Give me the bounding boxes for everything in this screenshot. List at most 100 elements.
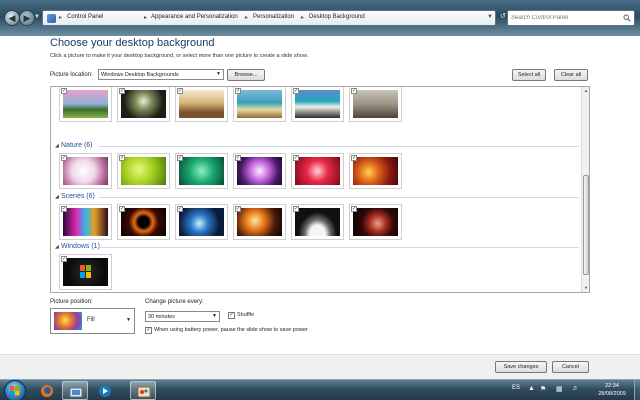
thumbnail-checkbox[interactable]: ✓ xyxy=(177,155,183,161)
scroll-down-icon[interactable]: ▼ xyxy=(582,284,589,292)
thumbnail-checkbox[interactable]: ✓ xyxy=(119,155,125,161)
thumbnail-checkbox[interactable]: ✓ xyxy=(177,88,183,94)
scroll-up-icon[interactable]: ▲ xyxy=(582,87,589,95)
wallpaper-thumbnail[interactable]: ✓ xyxy=(233,87,286,122)
wallpaper-thumbnail[interactable]: ✓ xyxy=(175,204,228,240)
thumbnail-checkbox[interactable]: ✓ xyxy=(177,206,183,212)
wallpaper-thumbnail[interactable]: ✓ xyxy=(291,204,344,240)
picture-location-select[interactable]: Windows Desktop Backgrounds ▼ xyxy=(98,69,224,80)
wallpaper-purple-flower xyxy=(237,157,282,185)
browse-button[interactable]: Browse... xyxy=(227,69,265,81)
wallpaper-thumbnail[interactable]: ✓ xyxy=(349,87,402,122)
address-dropdown-icon[interactable]: ▼ xyxy=(487,14,493,20)
wallpaper-thumbnail[interactable]: ✓ xyxy=(59,204,112,240)
system-clock[interactable]: 22:34 28/08/2009 xyxy=(595,382,629,398)
change-interval-select[interactable]: 30 minutes ▼ xyxy=(145,311,220,322)
breadcrumb-desktop-background[interactable]: Desktop Background xyxy=(309,14,365,20)
wallpaper-thumbnail[interactable]: ✓ xyxy=(291,153,344,189)
cancel-button[interactable]: Cancel xyxy=(552,361,589,373)
taskbar-app-media-player[interactable] xyxy=(92,381,118,400)
wallpaper-coast-turquoise xyxy=(295,90,340,118)
breadcrumb-control-panel[interactable]: Control Panel xyxy=(67,14,103,20)
back-button[interactable]: ◀ xyxy=(4,10,20,26)
thumbnail-checkbox[interactable]: ✓ xyxy=(293,206,299,212)
thumbnail-checkbox[interactable]: ✓ xyxy=(351,206,357,212)
windows-logo-icon xyxy=(10,386,20,396)
taskbar-app-firefox[interactable] xyxy=(34,381,60,400)
collapse-arrow-icon[interactable]: ◢ xyxy=(55,244,59,250)
wallpaper-thumbnail[interactable]: ✓ xyxy=(59,153,112,189)
shuffle-label: Shuffle xyxy=(237,312,255,318)
shuffle-checkbox[interactable]: ✓ xyxy=(228,312,235,319)
wallpaper-thumbnail[interactable]: ✓ xyxy=(59,87,112,122)
group-divider xyxy=(99,247,579,248)
wallpaper-thumbnail[interactable]: ✓ xyxy=(175,153,228,189)
breadcrumb-separator[interactable]: ▸ xyxy=(245,14,248,21)
breadcrumb-separator[interactable]: ▸ xyxy=(301,14,304,21)
thumbnail-checkbox[interactable]: ✓ xyxy=(61,256,67,262)
taskbar-app-paint[interactable] xyxy=(130,381,156,400)
group-header-windows[interactable]: ◢ Windows (1) xyxy=(55,243,579,252)
language-indicator[interactable]: ES xyxy=(512,385,520,391)
show-desktop-button[interactable] xyxy=(634,380,640,400)
change-picture-label: Change picture every: xyxy=(145,299,204,305)
taskbar-app-control-panel[interactable] xyxy=(62,381,88,400)
wallpaper-thumbnail[interactable]: ✓ xyxy=(117,204,170,240)
wallpaper-thumbnail[interactable]: ✓ xyxy=(59,254,112,290)
thumbnail-checkbox[interactable]: ✓ xyxy=(61,88,67,94)
thumbnail-checkbox[interactable]: ✓ xyxy=(61,155,67,161)
thumbnail-checkbox[interactable]: ✓ xyxy=(351,88,357,94)
clock-time: 22:34 xyxy=(605,383,619,389)
chevron-down-icon: ▼ xyxy=(216,71,221,77)
volume-icon[interactable]: ♬ xyxy=(572,385,579,392)
wallpaper-thumbnail[interactable]: ✓ xyxy=(233,153,286,189)
breadcrumb-separator[interactable]: ▸ xyxy=(59,14,62,21)
group-label: Windows (1) xyxy=(61,243,100,250)
save-changes-button[interactable]: Save changes xyxy=(495,361,547,373)
thumbnail-checkbox[interactable]: ✓ xyxy=(293,88,299,94)
refresh-icon[interactable]: ↺ xyxy=(500,12,506,20)
wallpaper-thumbnail[interactable]: ✓ xyxy=(349,204,402,240)
picture-position-select[interactable]: Fill ▼ xyxy=(50,308,135,334)
clear-all-button[interactable]: Clear all xyxy=(554,69,588,81)
group-header-scenes[interactable]: ◢ Scenes (6) xyxy=(55,193,579,202)
thumbnail-checkbox[interactable]: ✓ xyxy=(235,155,241,161)
wallpaper-thumbnail[interactable]: ✓ xyxy=(233,204,286,240)
action-center-icon[interactable]: ⚑ xyxy=(540,385,546,393)
search-box[interactable] xyxy=(507,10,635,26)
breadcrumb-appearance[interactable]: Appearance and Personalization xyxy=(151,14,238,20)
breadcrumb[interactable]: ▸ Control Panel ▸ Appearance and Persona… xyxy=(42,10,496,26)
show-hidden-icons-icon[interactable]: ▲ xyxy=(528,385,535,392)
control-panel-icon xyxy=(69,387,83,398)
recent-pages-dropdown[interactable]: ▼ xyxy=(34,14,40,20)
group-header-nature[interactable]: ◢ Nature (6) xyxy=(55,142,579,151)
search-icon[interactable] xyxy=(623,14,631,22)
thumbnail-checkbox[interactable]: ✓ xyxy=(235,88,241,94)
select-all-button[interactable]: Select all xyxy=(512,69,546,81)
group-divider xyxy=(99,197,579,198)
start-button[interactable] xyxy=(4,380,26,400)
network-icon[interactable]: ▦ xyxy=(556,385,563,393)
wallpaper-thumbnail[interactable]: ✓ xyxy=(349,153,402,189)
thumbnail-checkbox[interactable]: ✓ xyxy=(119,88,125,94)
wallpaper-thumbnail[interactable]: ✓ xyxy=(117,153,170,189)
search-input[interactable] xyxy=(511,13,619,23)
forward-button[interactable]: ▶ xyxy=(19,10,35,26)
collapse-arrow-icon[interactable]: ◢ xyxy=(55,194,59,200)
wallpaper-red-petals xyxy=(295,157,340,185)
thumbnail-checkbox[interactable]: ✓ xyxy=(351,155,357,161)
thumbnail-checkbox[interactable]: ✓ xyxy=(61,206,67,212)
wallpaper-gallery[interactable]: ✓ ✓ ✓ ✓ ✓ ✓ ◢ Nature (6) ✓ ✓ ✓ ✓ ✓ ✓ ◢ S… xyxy=(50,86,590,293)
thumbnail-checkbox[interactable]: ✓ xyxy=(293,155,299,161)
battery-pause-checkbox[interactable]: ✓ xyxy=(145,327,152,334)
gallery-scrollbar[interactable]: ▲ ▼ xyxy=(581,87,589,292)
breadcrumb-separator[interactable]: ▸ xyxy=(144,14,147,21)
wallpaper-thumbnail[interactable]: ✓ xyxy=(291,87,344,122)
thumbnail-checkbox[interactable]: ✓ xyxy=(119,206,125,212)
collapse-arrow-icon[interactable]: ◢ xyxy=(55,143,59,149)
scroll-thumb[interactable] xyxy=(583,175,589,275)
wallpaper-thumbnail[interactable]: ✓ xyxy=(117,87,170,122)
breadcrumb-personalization[interactable]: Personalization xyxy=(253,14,294,20)
wallpaper-thumbnail[interactable]: ✓ xyxy=(175,87,228,122)
thumbnail-checkbox[interactable]: ✓ xyxy=(235,206,241,212)
